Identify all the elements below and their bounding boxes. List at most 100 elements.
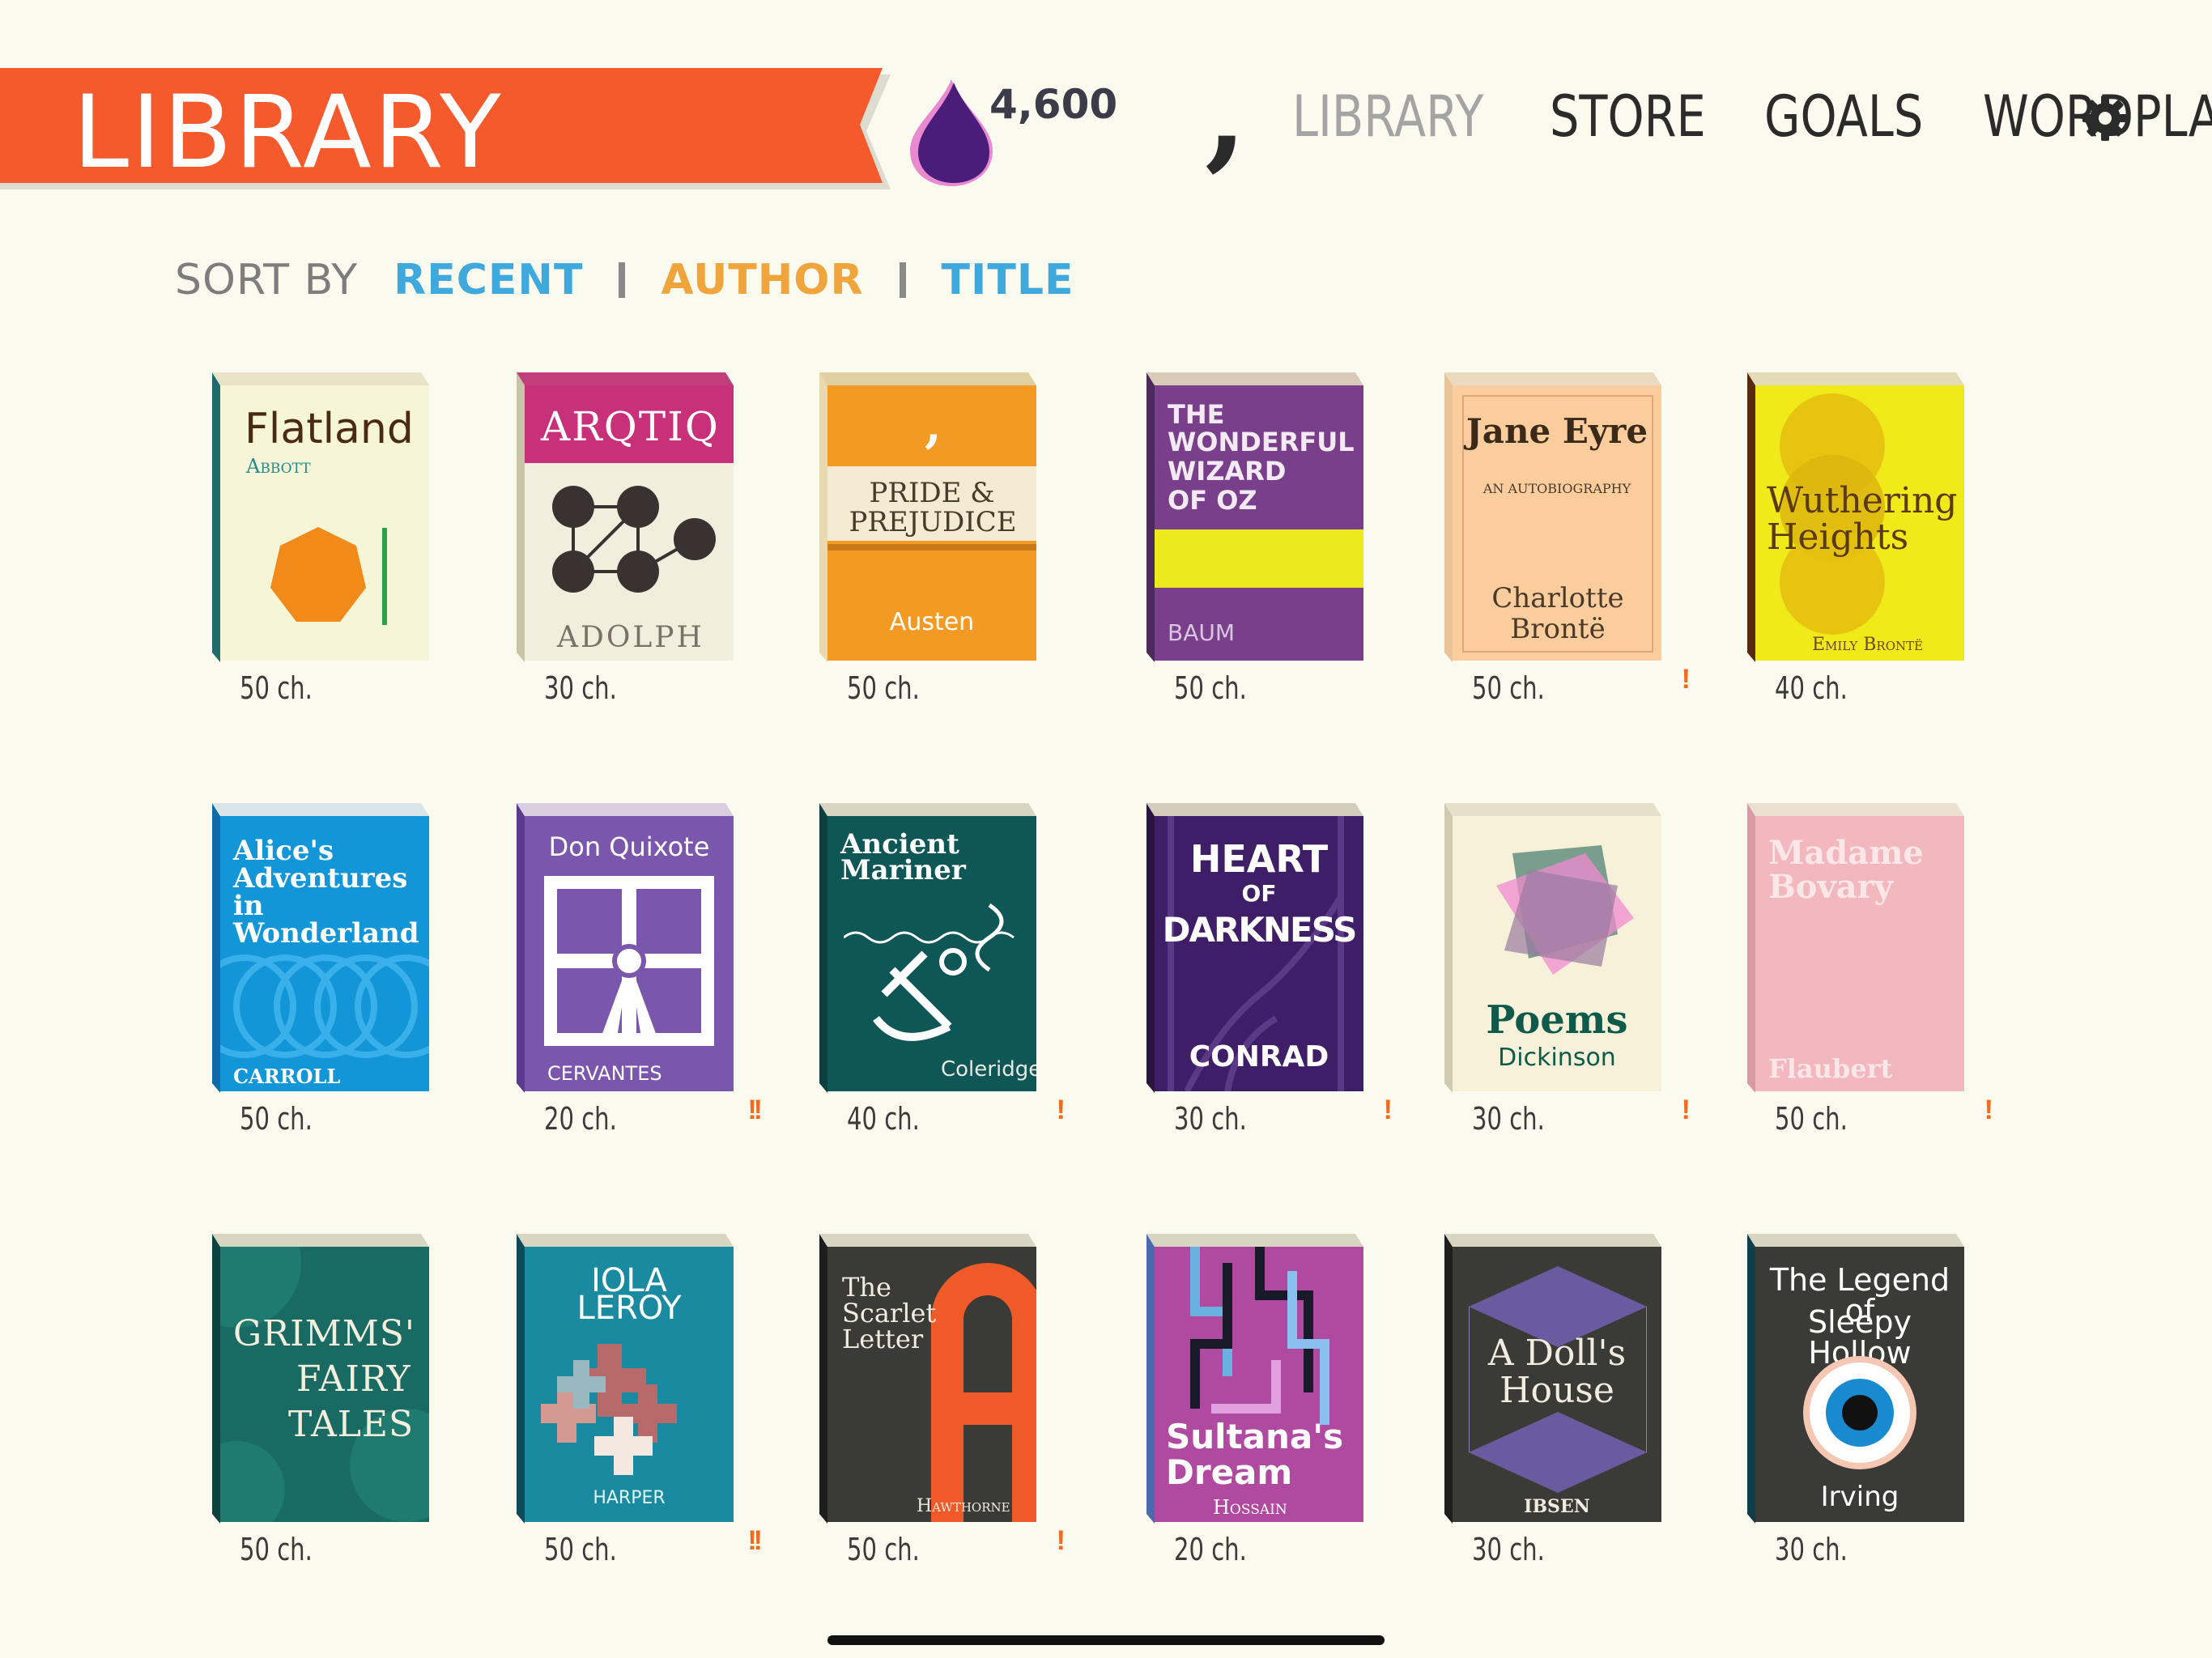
book-title: OF xyxy=(1241,880,1277,907)
chapter-count: 40 ch. xyxy=(1775,670,1848,706)
book-title: Alice's xyxy=(233,835,334,867)
chapter-count: 40 ch. xyxy=(847,1101,920,1137)
book-sultanas-dream[interactable]: Sultana's Dream Hossain 20 ch. xyxy=(1146,1234,1365,1567)
book-cover: THE WONDERFUL WIZARD OF OZ BAUM xyxy=(1155,385,1363,661)
book-author: Emily Brontë xyxy=(1812,635,1924,655)
book-title: WIZARD xyxy=(1168,456,1287,487)
book-title: House xyxy=(1499,1370,1614,1411)
book-cover: , PRIDE & PREJUDICE Austen xyxy=(827,385,1036,661)
home-indicator[interactable] xyxy=(827,1635,1385,1645)
book-title: OF OZ xyxy=(1168,485,1257,516)
nav-goals[interactable]: GOALS xyxy=(1764,84,1923,149)
book-title: Wonderland xyxy=(233,917,419,950)
book-title: Poems xyxy=(1486,997,1628,1043)
book-cover: Ancient Mariner Coleridge xyxy=(827,816,1036,1091)
alert-badge: ! xyxy=(1681,1095,1691,1125)
book-author: IBSEN xyxy=(1524,1496,1590,1517)
book-sleepy-hollow[interactable]: The Legend of Sleepy Hollow Irving 30 ch… xyxy=(1747,1234,1966,1567)
library-banner: LIBRARY xyxy=(0,68,899,189)
nav-library[interactable]: LIBRARY xyxy=(1292,84,1483,149)
book-title: GRIMMS' xyxy=(233,1313,416,1354)
book-cover: HEART OF DARKNESS CONRAD xyxy=(1155,816,1363,1091)
book-author: CERVANTES xyxy=(547,1062,662,1085)
chapter-count: 20 ch. xyxy=(544,1101,617,1137)
book-author: BAUM xyxy=(1168,619,1236,646)
book-cover: Alice's Adventures in Wonderland CARROLL xyxy=(220,816,429,1091)
book-title: Flatland xyxy=(245,405,414,453)
book-don-quixote[interactable]: Don Quixote CERVANTES 20 ch. !! xyxy=(517,803,763,1137)
book-title: PREJUDICE xyxy=(849,506,1017,538)
chapter-count: 50 ch. xyxy=(1775,1101,1848,1137)
divider xyxy=(899,262,906,298)
chapter-count: 50 ch. xyxy=(847,670,920,706)
book-wizard-of-oz[interactable]: THE WONDERFUL WIZARD OF OZ BAUM 50 ch. xyxy=(1146,372,1365,706)
sort-label: SORT BY xyxy=(175,256,359,304)
comma-logo-icon[interactable]: , xyxy=(1205,52,1247,173)
book-title: Letter xyxy=(842,1324,924,1354)
book-cover: Jane Eyre AN AUTOBIOGRAPHY Charlotte Bro… xyxy=(1453,385,1661,661)
book-title: THE xyxy=(1168,399,1225,430)
book-scarlet-letter[interactable]: The Scarlet Letter Hawthorne 50 ch. ! xyxy=(819,1234,1066,1567)
book-title: in xyxy=(233,890,264,922)
book-cover: Flatland Abbott xyxy=(220,385,429,661)
book-wuthering-heights[interactable]: Wuthering Heights Emily Brontë 40 ch. xyxy=(1747,372,1966,706)
chapter-count: 30 ch. xyxy=(1472,1532,1545,1567)
book-author: Irving xyxy=(1820,1481,1899,1513)
alert-badge: ! xyxy=(1984,1095,1994,1125)
book-title: Wuthering xyxy=(1767,480,1958,521)
chapter-count: 50 ch. xyxy=(240,670,313,706)
anchor-icon xyxy=(844,903,1015,1041)
ink-count: 4,600 xyxy=(989,81,1118,128)
page-title: LIBRARY xyxy=(73,74,504,191)
book-cover: Wuthering Heights Emily Brontë xyxy=(1755,385,1964,661)
book-cover: IOLA LEROY HARPER xyxy=(525,1247,734,1522)
chapter-count: 30 ch. xyxy=(1174,1101,1247,1137)
book-alice[interactable]: Alice's Adventures in Wonderland CARROLL… xyxy=(212,803,431,1137)
book-title: Adventures xyxy=(233,862,408,895)
book-title: Heights xyxy=(1767,517,1909,558)
sort-recent-button[interactable]: RECENT xyxy=(393,256,583,304)
book-title: DARKNESS xyxy=(1162,910,1358,950)
book-author: Austen xyxy=(889,608,975,636)
book-ancient-mariner[interactable]: Ancient Mariner Coleridge 40 ch. ! xyxy=(819,803,1066,1137)
sort-title-button[interactable]: TITLE xyxy=(942,256,1074,304)
book-title: Madame xyxy=(1768,834,1924,872)
book-title: HEART xyxy=(1189,837,1329,881)
sort-author-button[interactable]: AUTHOR xyxy=(661,256,863,304)
book-cover: A Doll's House IBSEN xyxy=(1453,1247,1661,1522)
comma-icon: , xyxy=(925,397,942,454)
book-pride-prejudice[interactable]: , PRIDE & PREJUDICE Austen 50 ch. xyxy=(819,372,1038,706)
main-nav: LIBRARY STORE GOALS WORDPLAY xyxy=(1292,84,2212,149)
book-title: PRIDE & xyxy=(869,477,995,509)
book-title: LEROY xyxy=(576,1290,682,1327)
chapter-count: 50 ch. xyxy=(1174,670,1247,706)
book-grimms[interactable]: GRIMMS' FAIRY TALES 50 ch. xyxy=(212,1234,431,1567)
book-cover: Don Quixote CERVANTES xyxy=(525,816,734,1091)
book-title: WONDERFUL xyxy=(1168,427,1355,457)
chapter-count: 50 ch. xyxy=(240,1532,313,1567)
book-title: ARQTIQ xyxy=(541,403,720,450)
book-cover: Madame Bovary Flaubert xyxy=(1755,816,1964,1091)
book-arqtiq[interactable]: ARQTIQ ADOLPH 30 ch. xyxy=(517,372,735,706)
ink-drop-icon xyxy=(910,79,993,186)
book-title: A Doll's xyxy=(1487,1333,1627,1374)
book-jane-eyre[interactable]: Jane Eyre AN AUTOBIOGRAPHY Charlotte Bro… xyxy=(1444,372,1691,706)
book-flatland[interactable]: Flatland Abbott 50 ch. xyxy=(212,372,431,706)
book-title: Sultana's xyxy=(1166,1417,1344,1456)
book-madame-bovary[interactable]: Madame Bovary Flaubert 50 ch. ! xyxy=(1747,803,1993,1137)
chapter-count: 30 ch. xyxy=(544,670,617,706)
book-subtitle: AN AUTOBIOGRAPHY xyxy=(1482,481,1631,496)
book-dolls-house[interactable]: A Doll's House IBSEN 30 ch. xyxy=(1444,1234,1663,1567)
book-heart-of-darkness[interactable]: HEART OF DARKNESS CONRAD 30 ch. ! xyxy=(1146,803,1393,1137)
book-cover: ARQTIQ ADOLPH xyxy=(525,385,734,661)
gear-icon[interactable] xyxy=(2081,94,2129,142)
book-cover: The Legend of Sleepy Hollow Irving xyxy=(1755,1247,1964,1522)
book-poems[interactable]: Poems Dickinson 30 ch. ! xyxy=(1444,803,1691,1137)
nav-store[interactable]: STORE xyxy=(1550,84,1706,149)
book-iola-leroy[interactable]: IOLA LEROY HARPER 50 ch. !! xyxy=(517,1234,763,1567)
book-author: CONRAD xyxy=(1189,1040,1329,1073)
book-author: Coleridge xyxy=(941,1057,1036,1082)
book-title: Jane Eyre xyxy=(1465,411,1648,451)
book-author: Hossain xyxy=(1213,1496,1287,1519)
chapter-count: 50 ch. xyxy=(544,1532,617,1567)
